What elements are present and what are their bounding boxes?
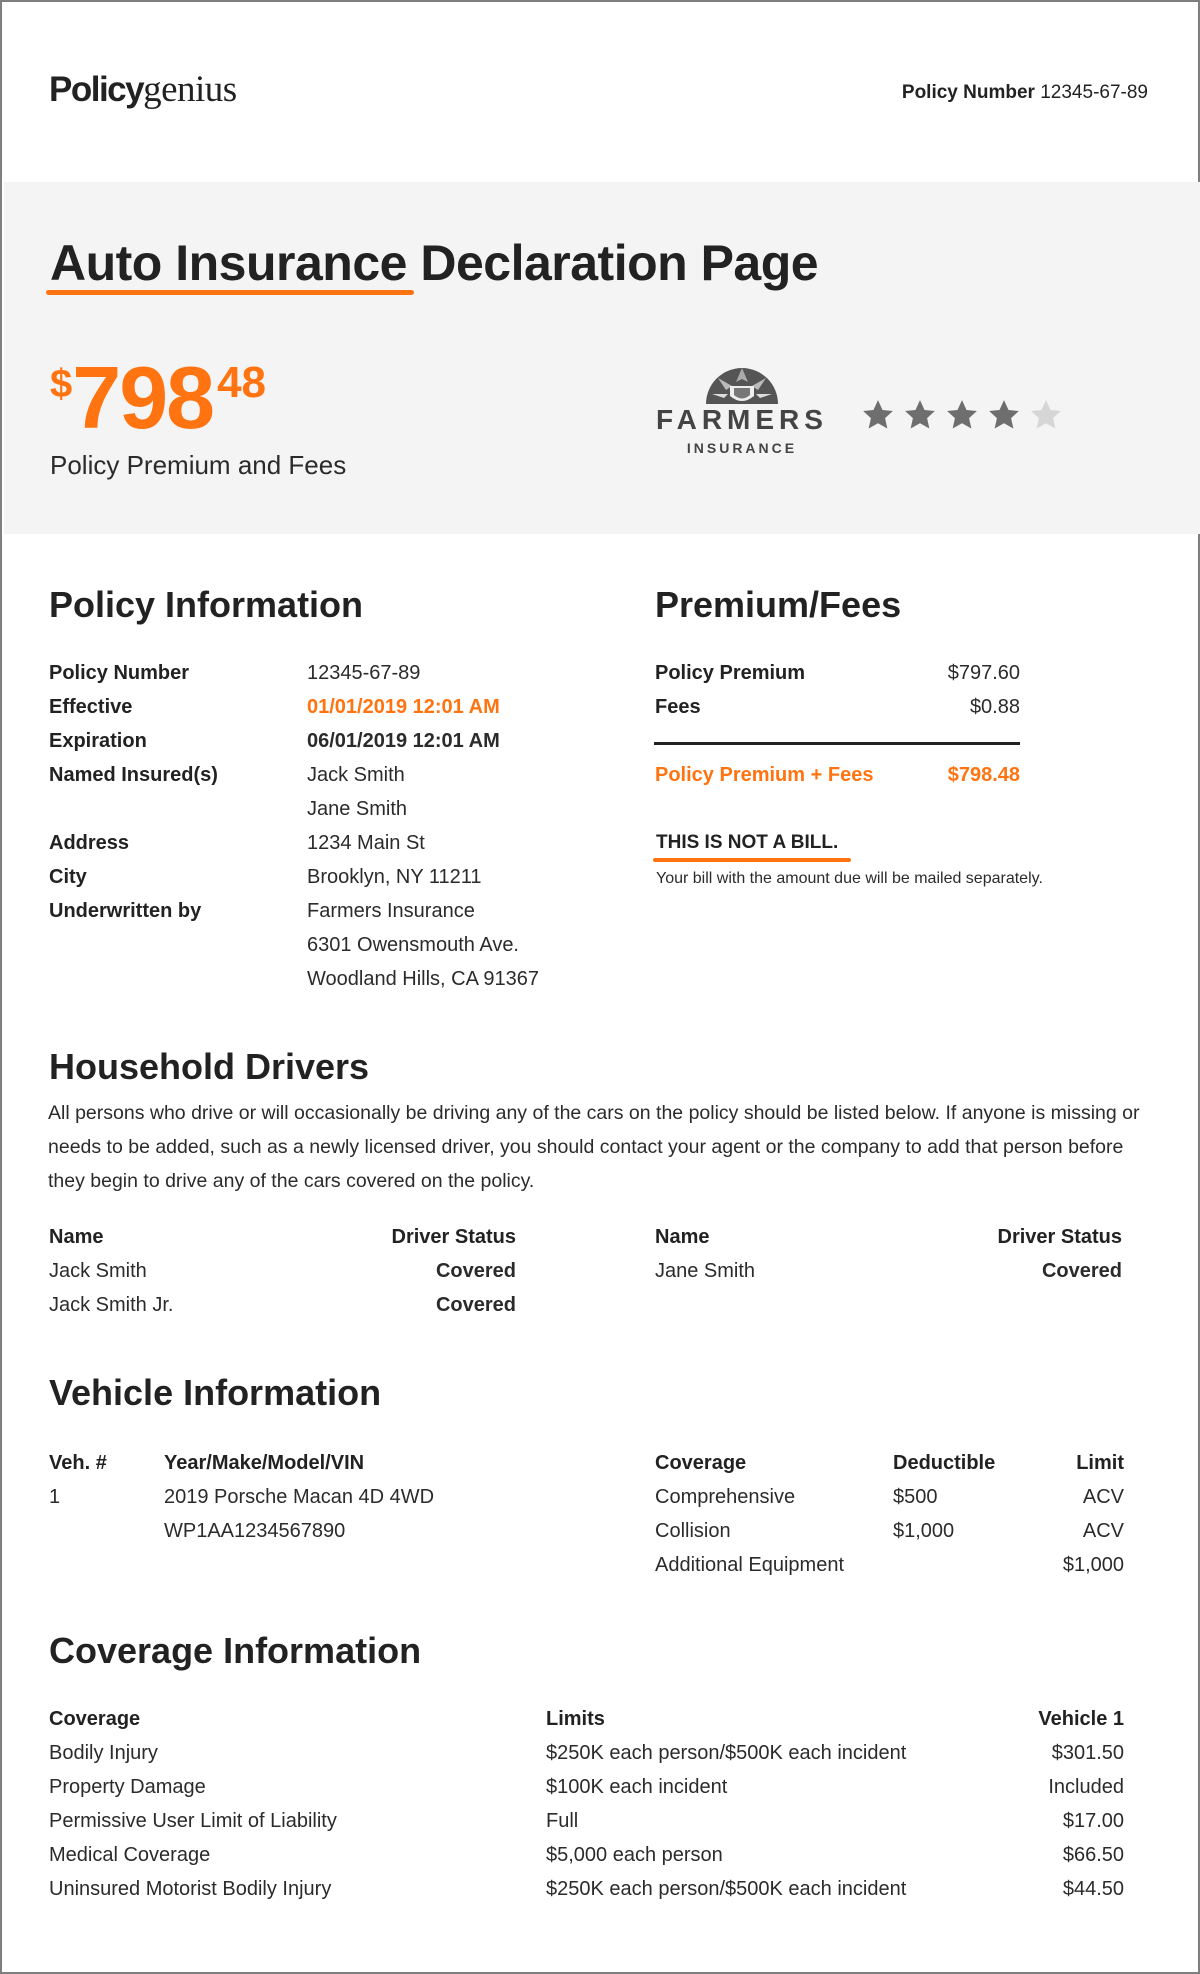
policy-info-value: Jane Smith [307, 798, 408, 820]
header-policy-number: Policy Number 12345-67-89 [902, 82, 1148, 104]
vehicle-coverage-limit: $1,000 [1062, 1554, 1124, 1576]
vehicle-col-limit: Limit [1076, 1452, 1124, 1474]
vehicle-coverage-deductible: $1,000 [893, 1520, 955, 1542]
vehicle-coverage-name: Comprehensive [655, 1486, 796, 1508]
coverage-vehicle-premium: $44.50 [1062, 1878, 1124, 1900]
title-underline [46, 290, 414, 295]
coverage-col-coverage: Coverage [49, 1708, 141, 1730]
vehicle-coverage-limit: ACV [1082, 1520, 1124, 1542]
household-drivers-heading: Household Drivers [49, 1046, 370, 1087]
coverage-vehicle-premium: $17.00 [1062, 1810, 1124, 1832]
vehicle-info-heading: Vehicle Information [49, 1372, 382, 1413]
vehicle-number: 1 [49, 1486, 61, 1508]
declaration-page: Policygenius Policy Number 12345-67-89 A… [0, 0, 1200, 1974]
driver-status: Covered [435, 1260, 516, 1282]
policy-info-label: Expiration [49, 730, 147, 752]
policy-info-value: Farmers Insurance [307, 900, 475, 922]
vehicle-coverage-limit: ACV [1082, 1486, 1124, 1508]
drivers-col-status: Driver Status [391, 1226, 517, 1248]
fees-label: Fees [655, 696, 701, 718]
drivers-col-status-2: Driver Status [997, 1226, 1123, 1248]
policy-info-label: Named Insured(s) [49, 764, 218, 786]
price-caption: Policy Premium and Fees [50, 450, 347, 480]
vehicle-vin: WP1AA1234567890 [164, 1520, 346, 1542]
star-filled-icon [863, 400, 893, 429]
policy-info-heading: Policy Information [49, 584, 364, 625]
policy-info-label: Effective [49, 696, 133, 718]
policy-info-label: Underwritten by [49, 900, 202, 922]
coverage-name: Permissive User Limit of Liability [49, 1810, 337, 1832]
drivers-col-name: Name [49, 1226, 104, 1248]
farmers-insurance-logo: FARMERS INSURANCE [652, 362, 832, 462]
policy-premium-label: Policy Premium [655, 662, 806, 684]
coverage-limits: $5,000 each person [546, 1844, 723, 1866]
coverage-vehicle-premium: Included [1048, 1776, 1124, 1798]
total-price: $79848 [50, 348, 267, 447]
fees-value: $0.88 [969, 696, 1020, 718]
policy-info-value: 1234 Main St [307, 832, 425, 854]
star-empty-icon [1031, 400, 1061, 429]
header-policy-number-label: Policy Number [901, 82, 1035, 103]
header-policy-number-value: 12345-67-89 [1040, 82, 1148, 103]
vehicle-description: 2019 Porsche Macan 4D 4WD [164, 1486, 435, 1508]
vehicle-col-number: Veh. # [49, 1452, 107, 1474]
vehicle-col-coverage: Coverage [655, 1452, 747, 1474]
insurer-rating [860, 398, 1064, 432]
drivers-col-name-2: Name [655, 1226, 710, 1248]
star-filled-icon [947, 400, 977, 429]
policy-info-value: Jack Smith [307, 764, 405, 786]
driver-name: Jack Smith Jr. [49, 1294, 174, 1316]
coverage-col-limits: Limits [546, 1708, 605, 1730]
policy-info-value: 01/01/2019 12:01 AM [307, 696, 500, 718]
policy-info-value: 06/01/2019 12:01 AM [307, 730, 500, 752]
not-a-bill-notice: THIS IS NOT A BILL. [656, 832, 839, 853]
coverage-name: Property Damage [49, 1776, 206, 1798]
vehicle-coverage-name: Additional Equipment [655, 1554, 845, 1576]
coverage-col-vehicle: Vehicle 1 [1038, 1708, 1124, 1730]
policy-info-value: Woodland Hills, CA 91367 [307, 968, 539, 990]
policygenius-logo: Policygenius [49, 69, 237, 110]
coverage-info-heading: Coverage Information [49, 1630, 422, 1671]
farmers-subtitle: INSURANCE [686, 440, 798, 456]
vehicle-coverage-deductible: $500 [893, 1486, 938, 1508]
coverage-vehicle-premium: $66.50 [1062, 1844, 1124, 1866]
not-a-bill-underline [653, 858, 851, 862]
totals-divider [654, 742, 1020, 745]
page-title: Auto Insurance Declaration Page [50, 235, 819, 291]
star-filled-icon [989, 400, 1019, 429]
coverage-name: Uninsured Motorist Bodily Injury [49, 1878, 332, 1900]
coverage-limits: $250K each person/$500K each incident [546, 1742, 907, 1764]
coverage-vehicle-premium: $301.50 [1051, 1742, 1124, 1764]
vehicle-col-ymm: Year/Make/Model/VIN [164, 1452, 365, 1474]
policy-info-label: City [49, 866, 87, 888]
farmers-wordmark: FARMERS [656, 404, 828, 435]
vehicle-coverage-name: Collision [655, 1520, 731, 1542]
coverage-name: Bodily Injury [49, 1742, 158, 1764]
star-filled-icon [905, 400, 935, 429]
not-a-bill-subtext: Your bill with the amount due will be ma… [656, 870, 1043, 887]
driver-status: Covered [435, 1294, 516, 1316]
coverage-limits: $250K each person/$500K each incident [546, 1878, 907, 1900]
farmers-emblem-icon [706, 368, 778, 404]
driver-name: Jack Smith [49, 1260, 147, 1282]
policy-info-value: 6301 Owensmouth Ave. [307, 934, 519, 956]
coverage-name: Medical Coverage [49, 1844, 211, 1866]
driver-status: Covered [1041, 1260, 1122, 1282]
policy-info-label: Policy Number [49, 662, 190, 684]
coverage-limits: $100K each incident [546, 1776, 728, 1798]
drivers-description: All persons who drive or will occasional… [48, 1102, 1140, 1192]
premium-fees-heading: Premium/Fees [655, 584, 902, 625]
policy-info-value: 12345-67-89 [307, 662, 421, 684]
driver-name: Jane Smith [655, 1260, 756, 1282]
coverage-limits: Full [546, 1810, 579, 1832]
policy-premium-value: $797.60 [947, 662, 1020, 684]
total-value: $798.48 [947, 764, 1020, 786]
policy-info-label: Address [49, 832, 130, 854]
policy-info-value: Brooklyn, NY 11211 [307, 866, 482, 888]
